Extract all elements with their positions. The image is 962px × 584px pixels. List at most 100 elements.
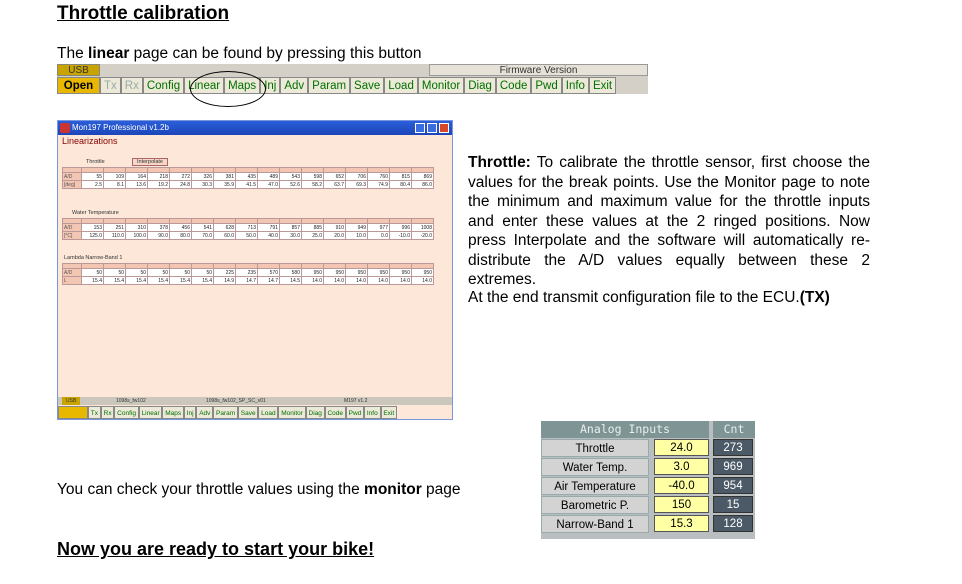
table-cell[interactable]: 100.0 — [125, 231, 148, 240]
table-cell[interactable]: 50 — [81, 268, 104, 277]
table-cell[interactable]: 10.0 — [345, 231, 368, 240]
table-cell[interactable]: 50 — [191, 268, 214, 277]
table-cell[interactable]: 950 — [323, 268, 346, 277]
table-cell[interactable]: 40.0 — [257, 231, 280, 240]
table-cell[interactable]: 20.0 — [323, 231, 346, 240]
toolbar-button-tx[interactable]: Tx — [100, 77, 121, 94]
table-cell[interactable]: 153 — [81, 223, 104, 232]
table-cell[interactable]: 598 — [301, 172, 324, 181]
table-cell[interactable]: 80.4 — [389, 180, 412, 189]
window-button-param[interactable]: Param — [213, 406, 238, 419]
table-cell[interactable]: 815 — [389, 172, 412, 181]
table-cell[interactable]: 885 — [301, 223, 324, 232]
table-cell[interactable]: 14.0 — [411, 276, 434, 285]
table-cell[interactable]: 50 — [125, 268, 148, 277]
table-cell[interactable]: 14.0 — [345, 276, 368, 285]
table-cell[interactable]: 14.0 — [367, 276, 390, 285]
table-cell[interactable]: 14.7 — [257, 276, 280, 285]
window-button-open[interactable]: Open — [58, 406, 88, 419]
table-cell[interactable]: 218 — [147, 172, 170, 181]
window-button-exit[interactable]: Exit — [380, 406, 397, 419]
table-cell[interactable]: 950 — [389, 268, 412, 277]
table-cell[interactable]: 1008 — [411, 223, 434, 232]
table-cell[interactable]: 489 — [257, 172, 280, 181]
table-cell[interactable]: 15.4 — [125, 276, 148, 285]
maximize-icon[interactable] — [427, 123, 437, 133]
table-cell[interactable]: 25.0 — [301, 231, 324, 240]
table-cell[interactable]: 41.5 — [235, 180, 258, 189]
table-cell[interactable]: 2.5 — [81, 180, 104, 189]
table-cell[interactable]: 14.7 — [235, 276, 258, 285]
table-cell[interactable]: 15.4 — [169, 276, 192, 285]
close-icon[interactable] — [439, 123, 449, 133]
window-button-tx[interactable]: Tx — [88, 406, 101, 419]
table-cell[interactable]: 251 — [103, 223, 126, 232]
table-cell[interactable]: 14.0 — [301, 276, 324, 285]
table-cell[interactable]: 110.0 — [103, 231, 126, 240]
table-cell[interactable]: 55 — [81, 172, 104, 181]
table-cell[interactable]: 13.6 — [125, 180, 148, 189]
toolbar-button-save[interactable]: Save — [350, 77, 385, 94]
window-button-rx[interactable]: Rx — [100, 406, 115, 419]
window-button-pwd[interactable]: Pwd — [345, 406, 365, 419]
table-cell[interactable]: 15.4 — [147, 276, 170, 285]
window-button-inj[interactable]: Inj — [183, 406, 197, 419]
window-button-load[interactable]: Load — [258, 406, 279, 419]
table-cell[interactable]: 90.0 — [147, 231, 170, 240]
table-cell[interactable]: 713 — [235, 223, 258, 232]
table-cell[interactable]: 14.0 — [389, 276, 412, 285]
table-cell[interactable]: 950 — [301, 268, 324, 277]
minimize-icon[interactable] — [415, 123, 425, 133]
table-cell[interactable]: 869 — [411, 172, 434, 181]
table-cell[interactable]: 950 — [411, 268, 434, 277]
table-cell[interactable]: 52.6 — [279, 180, 302, 189]
table-cell[interactable]: 950 — [367, 268, 390, 277]
window-button-monitor[interactable]: Monitor — [278, 406, 306, 419]
table-cell[interactable]: 570 — [257, 268, 280, 277]
toolbar-button-diag[interactable]: Diag — [464, 77, 496, 94]
table-cell[interactable]: 60.0 — [213, 231, 236, 240]
table-cell[interactable]: -10.0 — [389, 231, 412, 240]
table-cell[interactable]: 14.5 — [279, 276, 302, 285]
table-cell[interactable]: 378 — [147, 223, 170, 232]
table-cell[interactable]: 543 — [279, 172, 302, 181]
window-button-config[interactable]: Config — [114, 406, 139, 419]
toolbar-button-monitor[interactable]: Monitor — [417, 77, 465, 94]
table-cell[interactable]: 50 — [147, 268, 170, 277]
toolbar-button-code[interactable]: Code — [495, 77, 532, 94]
table-cell[interactable]: 791 — [257, 223, 280, 232]
table-cell[interactable]: 949 — [345, 223, 368, 232]
table-cell[interactable]: 35.9 — [213, 180, 236, 189]
table-cell[interactable]: 70.0 — [191, 231, 214, 240]
table-cell[interactable]: 857 — [279, 223, 302, 232]
table-cell[interactable]: 58.2 — [301, 180, 324, 189]
table-cell[interactable]: 24.8 — [169, 180, 192, 189]
toolbar-button-config[interactable]: Config — [142, 77, 185, 94]
toolbar-button-adv[interactable]: Adv — [280, 77, 309, 94]
table-cell[interactable]: 74.9 — [367, 180, 390, 189]
toolbar-button-open[interactable]: Open — [57, 77, 100, 94]
table-cell[interactable]: 950 — [345, 268, 368, 277]
window-button-adv[interactable]: Adv — [196, 406, 214, 419]
table-cell[interactable]: 272 — [169, 172, 192, 181]
table-cell[interactable]: 125.0 — [81, 231, 104, 240]
window-button-code[interactable]: Code — [324, 406, 346, 419]
table-cell[interactable]: 541 — [191, 223, 214, 232]
table-cell[interactable]: -20.0 — [411, 231, 434, 240]
table-cell[interactable]: 310 — [125, 223, 148, 232]
table-cell[interactable]: 109 — [103, 172, 126, 181]
window-button-save[interactable]: Save — [237, 406, 259, 419]
table-cell[interactable]: 80.0 — [169, 231, 192, 240]
table-cell[interactable]: 164 — [125, 172, 148, 181]
window-button-info[interactable]: Info — [364, 406, 381, 419]
table-cell[interactable]: 15.4 — [81, 276, 104, 285]
table-cell[interactable]: 0.0 — [367, 231, 390, 240]
table-cell[interactable]: 50 — [169, 268, 192, 277]
table-cell[interactable]: 326 — [191, 172, 214, 181]
toolbar-button-pwd[interactable]: Pwd — [531, 77, 562, 94]
interpolate-button[interactable]: Interpolate — [132, 158, 168, 166]
toolbar-button-param[interactable]: Param — [308, 77, 351, 94]
toolbar-button-rx[interactable]: Rx — [120, 77, 143, 94]
table-cell[interactable]: 50.0 — [235, 231, 258, 240]
toolbar-button-load[interactable]: Load — [384, 77, 418, 94]
